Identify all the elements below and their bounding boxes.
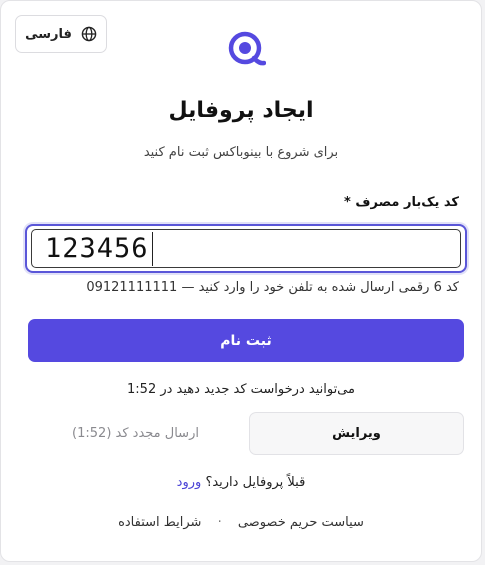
resend-code-button[interactable]: ارسال مجدد کد (1:52) xyxy=(28,412,243,455)
otp-input-inner: 123456 xyxy=(31,229,461,268)
page-title: ایجاد پروفایل xyxy=(168,98,314,123)
required-mark: * xyxy=(344,195,351,210)
footer-separator: · xyxy=(217,515,222,530)
login-prompt: قبلاً پروفایل دارید؟ ورود xyxy=(1,475,481,490)
brand-logo xyxy=(228,31,266,66)
language-label: فارسی xyxy=(25,26,72,42)
text-cursor xyxy=(152,232,153,266)
login-link[interactable]: ورود xyxy=(177,475,202,490)
login-prompt-text: قبلاً پروفایل دارید؟ xyxy=(205,475,306,490)
otp-hint: کد 6 رقمی ارسال شده به تلفن خود را وارد … xyxy=(86,280,459,295)
page-subtitle: برای شروع با بینوباکس ثبت نام کنید xyxy=(143,145,339,160)
privacy-link[interactable]: سیاست حریم خصوصی xyxy=(238,515,364,530)
edit-button[interactable]: ویرایش xyxy=(249,412,464,455)
submit-button[interactable]: ثبت نام xyxy=(28,319,464,362)
language-button[interactable]: فارسی xyxy=(15,15,107,53)
otp-input[interactable]: 123456 xyxy=(25,224,467,273)
otp-value: 123456 xyxy=(45,233,149,264)
signup-card: فارسی ایجاد پروفایل برای شروع با بینوباک… xyxy=(0,0,482,562)
resend-countdown: می‌توانید درخواست کد جدید دهید در 1:52 xyxy=(127,382,355,397)
otp-label-text: کد یک‌بار مصرف xyxy=(355,195,459,210)
otp-label: کد یک‌بار مصرف * xyxy=(344,195,459,210)
globe-icon xyxy=(81,26,97,42)
footer-links: سیاست حریم خصوصی · شرایط استفاده xyxy=(1,515,481,530)
terms-link[interactable]: شرایط استفاده xyxy=(118,515,201,530)
